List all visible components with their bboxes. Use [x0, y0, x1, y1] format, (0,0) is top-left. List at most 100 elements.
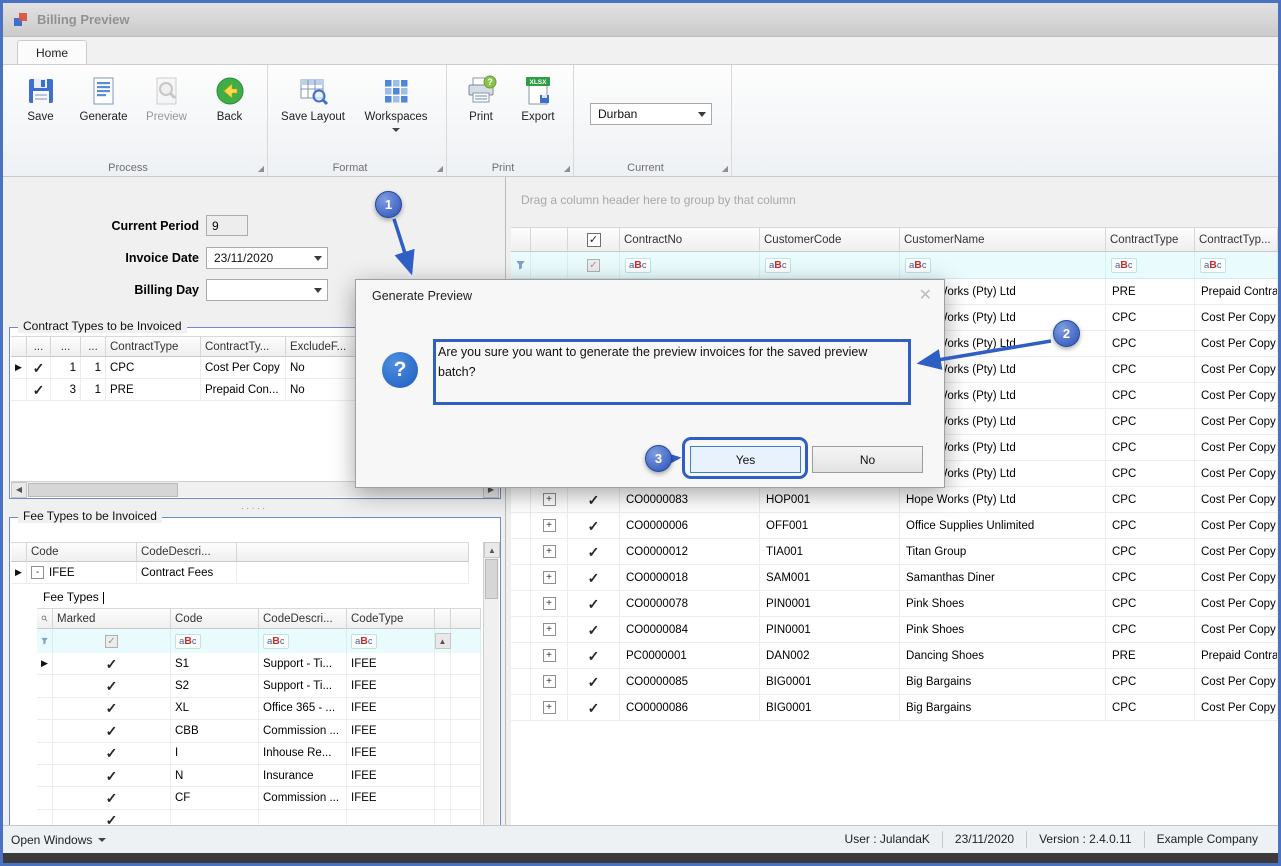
row-checkbox[interactable]: ✓	[588, 597, 600, 611]
column-header-codedescription[interactable]: CodeDescri...	[259, 608, 347, 629]
table-row[interactable]: + ✓ PC0000001 DAN002 Dancing Shoes PRE Prepaid…	[511, 643, 1278, 669]
column-header-excludefee[interactable]: ExcludeF...	[286, 336, 366, 357]
contract-type-desc-cell[interactable]: Cost Per Copy	[1195, 435, 1278, 460]
code-type-cell[interactable]	[347, 809, 435, 826]
save-layout-button[interactable]: Save Layout	[274, 70, 352, 123]
column-header-contractno[interactable]: ContractNo	[620, 227, 760, 252]
code-description-cell[interactable]: Support - Ti...	[259, 675, 347, 697]
table-row[interactable]: + ✓ CO0000083 HOP001 Hope Works (Pty) Ltd CPC…	[511, 487, 1278, 513]
contract-type-cell[interactable]: CPC	[1106, 461, 1195, 486]
generate-button[interactable]: Generate	[72, 70, 135, 123]
expand-button[interactable]: +	[542, 649, 556, 662]
row-checkbox[interactable]: ✓	[588, 545, 600, 559]
row-checkbox[interactable]: ✓	[588, 649, 600, 663]
table-row[interactable]: + ✓ CO0000006 OFF001 Office Supplies Unlimit…	[511, 513, 1278, 539]
select-all-checkbox[interactable]: ✓	[586, 232, 601, 247]
open-windows-button[interactable]: Open Windows	[11, 833, 107, 847]
customer-name-cell[interactable]: Office Supplies Unlimited	[900, 513, 1106, 538]
customer-code-cell[interactable]: PIN0001	[760, 617, 900, 642]
filter-cell[interactable]: aBc	[760, 252, 900, 278]
expand-button[interactable]: +	[542, 675, 556, 688]
filter-cell[interactable]: aBc	[1195, 252, 1278, 278]
code-type-cell[interactable]: IFEE	[347, 697, 435, 720]
code-description-cell[interactable]: Commission ...	[259, 720, 347, 742]
contract-type-desc-cell[interactable]: Cost Per Copy	[1195, 487, 1278, 512]
dialog-launcher-icon[interactable]: ◢	[722, 164, 728, 173]
no-button[interactable]: No	[812, 446, 923, 473]
filter-cell[interactable]: aBc	[900, 252, 1106, 278]
contract-type-cell[interactable]: CPC	[1106, 409, 1195, 434]
contract-no-cell[interactable]: CO0000012	[620, 539, 760, 564]
contract-type-cell[interactable]: CPC	[1106, 565, 1195, 590]
customer-code-cell[interactable]: BIG0001	[760, 669, 900, 694]
filter-cell-check[interactable]: ✓	[568, 252, 620, 278]
contract-type-cell[interactable]: CPC	[1106, 695, 1195, 720]
column-header-contracttypedesc[interactable]: ContractTyp...	[1195, 227, 1278, 252]
contract-type-desc-cell[interactable]: Cost Per Copy	[1195, 461, 1278, 486]
contract-type-desc-cell[interactable]: Cost Per Copy	[1195, 409, 1278, 434]
row-checkbox[interactable]: ✓	[33, 361, 45, 375]
vertical-scrollbar[interactable]: ▲	[483, 542, 500, 827]
scroll-up-button[interactable]: ▲	[434, 633, 451, 649]
exclude-fee-cell[interactable]: No	[286, 357, 366, 378]
num-cell[interactable]: 1	[81, 379, 106, 400]
num-cell[interactable]: 3	[51, 379, 81, 400]
table-row[interactable]: ✓ I Inhouse Re... IFEE	[37, 742, 481, 765]
filter-cell[interactable]: aBc	[1106, 252, 1195, 278]
column-header-check[interactable]: ...	[27, 336, 51, 357]
column-header-codetype[interactable]: CodeType	[347, 608, 435, 629]
row-checkbox[interactable]: ✓	[106, 724, 118, 738]
contract-type-cell[interactable]: PRE	[1106, 643, 1195, 668]
column-header-customercode[interactable]: CustomerCode	[760, 227, 900, 252]
contract-type-cell[interactable]: CPC	[1106, 539, 1195, 564]
expand-button[interactable]: +	[542, 571, 556, 584]
row-checkbox[interactable]: ✓	[33, 383, 45, 397]
contract-type-cell[interactable]: CPC	[1106, 331, 1195, 356]
code-type-cell[interactable]: IFEE	[347, 720, 435, 742]
customer-code-cell[interactable]: OFF001	[760, 513, 900, 538]
table-row[interactable]: ✓	[37, 809, 481, 826]
export-button[interactable]: XLSX Export	[509, 70, 567, 123]
filter-cell[interactable]: aBc	[347, 629, 435, 653]
contract-type-cell[interactable]: CPC	[1106, 305, 1195, 330]
code-description-cell[interactable]: Inhouse Re...	[259, 742, 347, 764]
column-header-code[interactable]: Code	[27, 542, 137, 562]
billing-day-combo[interactable]	[206, 279, 328, 301]
contract-type-desc-cell[interactable]: Cost Per Copy	[1195, 695, 1278, 720]
filter-checkbox[interactable]: ✓	[105, 634, 118, 648]
row-checkbox[interactable]: ✓	[588, 519, 600, 533]
contract-no-cell[interactable]: CO0000086	[620, 695, 760, 720]
customer-name-cell[interactable]: Hope Works (Pty) Ltd	[900, 487, 1106, 512]
contract-no-cell[interactable]: CO0000085	[620, 669, 760, 694]
column-header-num1[interactable]: ...	[51, 336, 81, 357]
customer-name-cell[interactable]: Dancing Shoes	[900, 643, 1106, 668]
code-description-cell[interactable]: Insurance	[259, 764, 347, 787]
code-description-cell[interactable]: Commission ...	[259, 787, 347, 809]
row-checkbox[interactable]: ✓	[106, 791, 118, 805]
filter-cell-marked[interactable]: ✓	[53, 629, 171, 653]
contract-type-desc-cell[interactable]: Cost Per Copy	[1195, 669, 1278, 694]
contract-type-cell[interactable]: PRE	[1106, 279, 1195, 304]
contract-no-cell[interactable]: CO0000084	[620, 617, 760, 642]
filter-cell[interactable]: aBc	[620, 252, 760, 278]
contract-type-cell[interactable]: CPC	[1106, 669, 1195, 694]
customer-code-cell[interactable]: BIG0001	[760, 695, 900, 720]
code-cell[interactable]: N	[171, 764, 259, 787]
row-checkbox[interactable]: ✓	[106, 679, 118, 693]
row-checkbox[interactable]: ✓	[106, 657, 118, 671]
scroll-left-button[interactable]: ◀	[11, 481, 27, 498]
table-row[interactable]: ✓ CBB Commission ... IFEE	[37, 720, 481, 743]
column-header-contracttype[interactable]: ContractType	[106, 336, 201, 357]
scrollbar-thumb[interactable]	[28, 482, 178, 497]
filter-cell[interactable]: aBc	[171, 629, 259, 653]
print-button[interactable]: ? Print	[453, 70, 509, 123]
contract-type-cell[interactable]: PRE	[106, 379, 201, 400]
contract-type-cell[interactable]: CPC	[1106, 487, 1195, 512]
customer-name-cell[interactable]: Big Bargains	[900, 669, 1106, 694]
code-cell[interactable]: S2	[171, 675, 259, 697]
row-checkbox[interactable]: ✓	[588, 571, 600, 585]
code-cell[interactable]: CBB	[171, 720, 259, 742]
contract-no-cell[interactable]: CO0000078	[620, 591, 760, 616]
contract-no-cell[interactable]: CO0000083	[620, 487, 760, 512]
code-type-cell[interactable]: IFEE	[347, 653, 435, 675]
